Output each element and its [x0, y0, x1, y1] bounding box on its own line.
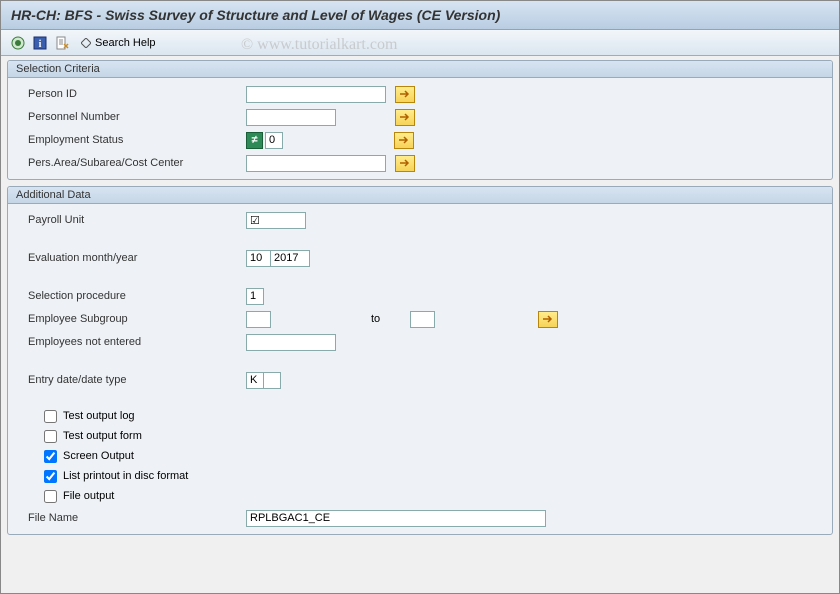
test-output-log-checkbox[interactable]: [44, 410, 57, 423]
selection-criteria-header: Selection Criteria: [8, 61, 832, 78]
employees-not-entered-input[interactable]: [246, 334, 336, 351]
file-name-input[interactable]: [246, 510, 546, 527]
person-id-multi-button[interactable]: [395, 86, 415, 103]
entry-date-input-2[interactable]: [263, 372, 281, 389]
employment-status-input[interactable]: [265, 132, 283, 149]
variant-icon[interactable]: [53, 34, 71, 52]
test-output-form-checkbox[interactable]: [44, 430, 57, 443]
person-id-label: Person ID: [16, 88, 246, 100]
eval-month-input[interactable]: [246, 250, 271, 267]
list-printout-checkbox[interactable]: [44, 470, 57, 483]
test-output-form-label: Test output form: [63, 430, 142, 442]
employment-status-multi-button[interactable]: [394, 132, 414, 149]
search-help-label: Search Help: [95, 37, 156, 49]
content-area: Selection Criteria Person ID Personnel N…: [1, 56, 839, 545]
pers-area-multi-button[interactable]: [395, 155, 415, 172]
arrow-right-icon: [399, 158, 411, 168]
screen-output-label: Screen Output: [63, 450, 134, 462]
screen-output-checkbox[interactable]: [44, 450, 57, 463]
pers-area-input[interactable]: [246, 155, 386, 172]
to-label: to: [371, 313, 380, 325]
employee-subgroup-from-input[interactable]: [246, 311, 271, 328]
search-help-button[interactable]: Search Help: [75, 36, 162, 50]
file-output-label: File output: [63, 490, 114, 502]
selection-procedure-input[interactable]: [246, 288, 264, 305]
arrow-right-icon: [542, 314, 554, 324]
execute-icon[interactable]: [9, 34, 27, 52]
test-output-log-label: Test output log: [63, 410, 135, 422]
eval-month-year-label: Evaluation month/year: [16, 252, 246, 264]
window-title-bar: HR-CH: BFS - Swiss Survey of Structure a…: [1, 1, 839, 30]
info-icon[interactable]: i: [31, 34, 49, 52]
pers-area-label: Pers.Area/Subarea/Cost Center: [16, 157, 246, 169]
arrow-right-icon: [398, 135, 410, 145]
employee-subgroup-to-input[interactable]: [410, 311, 435, 328]
employee-subgroup-multi-button[interactable]: [538, 311, 558, 328]
arrow-right-icon: [399, 112, 411, 122]
not-equal-icon[interactable]: ≠: [246, 132, 263, 149]
personnel-number-multi-button[interactable]: [395, 109, 415, 126]
person-id-input[interactable]: [246, 86, 386, 103]
list-printout-label: List printout in disc format: [63, 470, 188, 482]
employee-subgroup-label: Employee Subgroup: [16, 313, 246, 325]
toolbar: i Search Help: [1, 30, 839, 56]
personnel-number-input[interactable]: [246, 109, 336, 126]
additional-data-group: Additional Data Payroll Unit Evaluation …: [7, 186, 833, 535]
entry-date-label: Entry date/date type: [16, 374, 246, 386]
personnel-number-label: Personnel Number: [16, 111, 246, 123]
employment-status-label: Employment Status: [16, 134, 246, 146]
selection-criteria-group: Selection Criteria Person ID Personnel N…: [7, 60, 833, 180]
file-name-label: File Name: [16, 512, 246, 524]
file-output-checkbox[interactable]: [44, 490, 57, 503]
payroll-unit-input[interactable]: [246, 212, 306, 229]
entry-date-input-1[interactable]: [246, 372, 264, 389]
arrow-right-icon: [399, 89, 411, 99]
additional-data-header: Additional Data: [8, 187, 832, 204]
eval-year-input[interactable]: [270, 250, 310, 267]
selection-procedure-label: Selection procedure: [16, 290, 246, 302]
employees-not-entered-label: Employees not entered: [16, 336, 246, 348]
diamond-icon: [81, 38, 91, 48]
svg-text:i: i: [39, 39, 42, 50]
window-title: HR-CH: BFS - Swiss Survey of Structure a…: [11, 7, 500, 23]
payroll-unit-label: Payroll Unit: [16, 214, 246, 226]
